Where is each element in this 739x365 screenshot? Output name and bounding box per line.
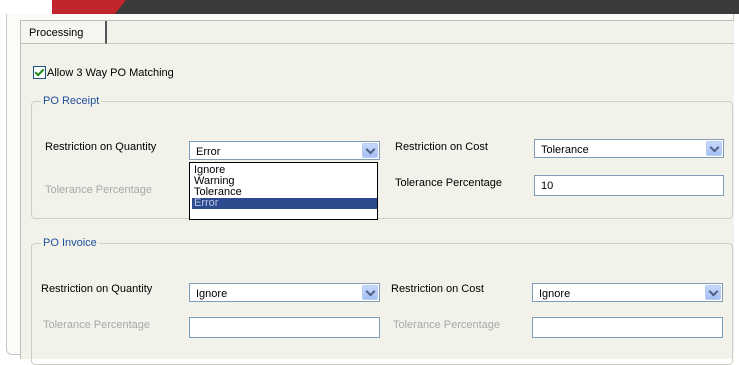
invoice-restriction-qty-value: Ignore xyxy=(196,288,228,300)
invoice-tolerance-right-input[interactable] xyxy=(532,317,723,338)
receipt-restriction-qty-value: Error xyxy=(196,146,221,158)
dropdown-option-tolerance[interactable]: Tolerance xyxy=(192,187,377,198)
receipt-restriction-cost-label: Restriction on Cost xyxy=(395,141,488,153)
allow-3way-checkbox[interactable] xyxy=(33,66,46,79)
chevron-down-icon[interactable] xyxy=(362,285,378,300)
chevron-down-icon[interactable] xyxy=(706,141,722,156)
invoice-restriction-qty-select[interactable]: Ignore xyxy=(189,283,380,302)
receipt-tolerance-value: 10 xyxy=(541,180,554,192)
invoice-restriction-cost-select[interactable]: Ignore xyxy=(532,283,723,302)
banner-cap xyxy=(0,0,52,14)
receipt-restriction-qty-select[interactable]: Error xyxy=(189,141,380,160)
receipt-restriction-cost-value: Tolerance xyxy=(541,144,589,156)
restriction-qty-dropdown-list: Ignore Warning Tolerance Error xyxy=(189,162,378,220)
invoice-tolerance-left-input[interactable] xyxy=(189,317,380,338)
receipt-tolerance-input[interactable]: 10 xyxy=(534,175,724,196)
tab-label: Processing xyxy=(29,27,84,39)
receipt-restriction-qty-label: Restriction on Quantity xyxy=(45,141,157,153)
invoice-restriction-cost-value: Ignore xyxy=(539,288,571,300)
tab-processing[interactable]: Processing xyxy=(21,21,107,44)
receipt-tolerance-label-right: Tolerance Percentage xyxy=(395,177,503,189)
tab-divider xyxy=(107,43,734,44)
dropdown-option-error[interactable]: Error xyxy=(192,198,377,209)
po-invoice-group xyxy=(31,243,733,365)
allow-3way-label: Allow 3 Way PO Matching xyxy=(47,67,174,79)
po-invoice-legend: PO Invoice xyxy=(41,237,99,249)
invoice-tolerance-label-left: Tolerance Percentage xyxy=(43,319,151,331)
invoice-tolerance-label-right: Tolerance Percentage xyxy=(393,319,501,331)
chevron-down-icon[interactable] xyxy=(705,285,721,300)
banner-accent xyxy=(52,0,126,14)
receipt-tolerance-label-left: Tolerance Percentage xyxy=(45,184,153,196)
chevron-down-icon[interactable] xyxy=(362,143,378,158)
po-receipt-group xyxy=(31,101,733,219)
invoice-restriction-cost-label: Restriction on Cost xyxy=(391,283,484,295)
receipt-restriction-cost-select[interactable]: Tolerance xyxy=(534,139,724,158)
po-receipt-legend: PO Receipt xyxy=(41,95,102,107)
invoice-restriction-qty-label: Restriction on Quantity xyxy=(41,283,153,295)
